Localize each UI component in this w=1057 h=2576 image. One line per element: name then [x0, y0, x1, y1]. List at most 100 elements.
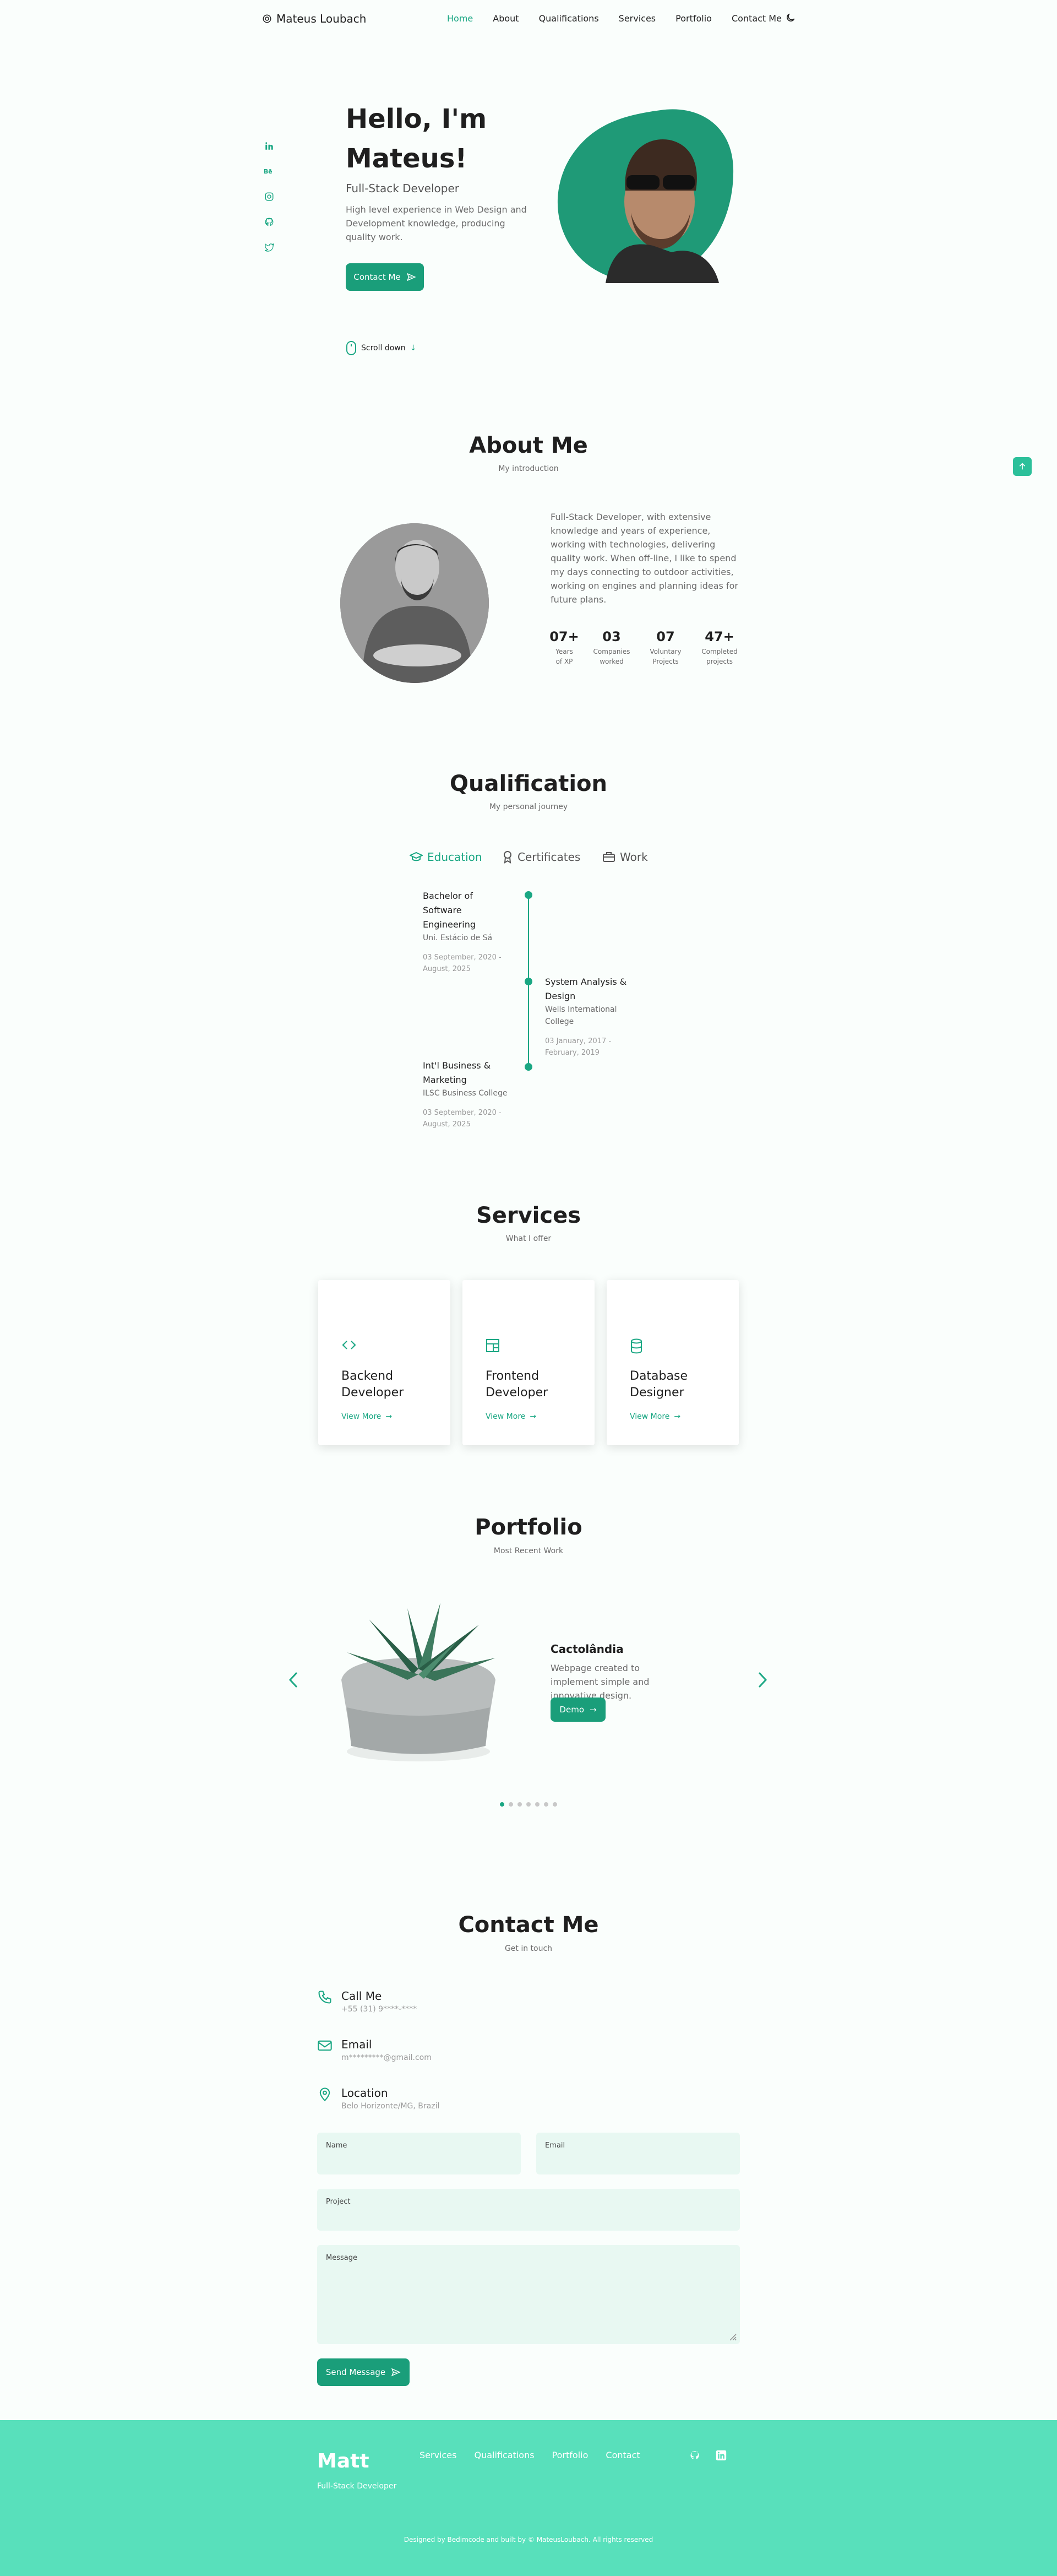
nav-links: Home About Qualifications Services Portf…: [447, 13, 782, 24]
github-icon[interactable]: [262, 215, 276, 229]
email-field[interactable]: Email: [536, 2133, 740, 2174]
hero-subtitle: Full-Stack Developer: [346, 182, 460, 195]
services-subtitle: What I offer: [505, 1234, 552, 1243]
tab-certificates[interactable]: Certificates: [502, 850, 580, 864]
carousel-dot[interactable]: [544, 1802, 548, 1807]
timeline-item-date: 03 September, 2020 - August, 2025: [423, 1109, 502, 1129]
carousel-next-button[interactable]: [754, 1669, 771, 1691]
contact-item-title: Call Me: [341, 1989, 382, 2003]
about-title: About Me: [469, 433, 588, 458]
contact-me-button[interactable]: Contact Me: [346, 263, 424, 291]
tab-work-label: Work: [620, 850, 648, 864]
nav-link-about[interactable]: About: [493, 13, 519, 24]
nav-link-services[interactable]: Services: [619, 13, 656, 24]
footer-link-services[interactable]: Services: [419, 2450, 456, 2460]
footer-linkedin-icon[interactable]: [716, 2450, 727, 2463]
carousel-dot[interactable]: [535, 1802, 540, 1807]
about-subtitle: My introduction: [498, 464, 559, 473]
mouse-icon: [346, 341, 356, 355]
linkedin-icon[interactable]: [262, 139, 276, 153]
behance-icon[interactable]: Bē: [262, 164, 276, 178]
chevron-left-icon: [288, 1672, 298, 1688]
contact-call: Call Me +55 (31) 9****-****: [317, 1989, 417, 2014]
footer-link-contact[interactable]: Contact: [606, 2450, 640, 2460]
service-title: Backend Developer: [341, 1369, 404, 1400]
footer-link-qualifications[interactable]: Qualifications: [474, 2450, 534, 2460]
contact-subtitle: Get in touch: [504, 1944, 553, 1953]
message-field[interactable]: Message: [317, 2245, 740, 2344]
tab-work[interactable]: Work: [602, 850, 648, 864]
stat-label: Completed projects: [701, 648, 738, 665]
code-icon: [341, 1338, 357, 1354]
project-field[interactable]: Project: [317, 2189, 740, 2231]
view-more-label: View More: [486, 1412, 526, 1421]
contact-item-value: +55 (31) 9****-****: [341, 2005, 417, 2014]
hero-title: Hello, I'm Mateus!: [346, 104, 487, 174]
twitter-icon[interactable]: [262, 240, 276, 254]
carousel-dot[interactable]: [553, 1802, 557, 1807]
footer-links: Services Qualifications Portfolio Contac…: [419, 2450, 640, 2460]
resize-handle-icon[interactable]: [729, 2333, 737, 2341]
hero-avatar-blob: [557, 109, 734, 283]
carousel-dot[interactable]: [526, 1802, 531, 1807]
send-message-button[interactable]: Send Message: [317, 2358, 410, 2386]
contact-location: Location Belo Horizonte/MG, Brazil: [317, 2086, 439, 2111]
navbar: Mateus Loubach Home About Qualifications…: [0, 0, 1057, 40]
arrow-right-icon: →: [530, 1412, 537, 1421]
demo-button[interactable]: Demo →: [551, 1698, 606, 1722]
arrow-down-icon: ↓: [410, 344, 417, 352]
nav-link-portfolio[interactable]: Portfolio: [675, 13, 712, 24]
service-card-backend: Backend Developer View More →: [318, 1280, 450, 1445]
name-field[interactable]: Name: [317, 2133, 521, 2174]
portfolio-subtitle: Most Recent Work: [493, 1547, 564, 1555]
view-more-label: View More: [630, 1412, 670, 1421]
arrow-right-icon: →: [674, 1412, 681, 1421]
hero-description: High level experience in Web Design and …: [346, 204, 527, 242]
view-more-label: View More: [341, 1412, 382, 1421]
nav-link-home[interactable]: Home: [447, 13, 473, 24]
footer-github-icon[interactable]: [689, 2450, 700, 2463]
view-more-link[interactable]: View More →: [486, 1412, 536, 1421]
graduation-cap-icon: [410, 852, 423, 861]
contact-item-value: m*********@gmail.com: [341, 2053, 432, 2062]
timeline-dot: [525, 891, 532, 899]
footer-link-portfolio[interactable]: Portfolio: [552, 2450, 589, 2460]
chevron-right-icon: [758, 1672, 767, 1688]
stat-completed: 47+ Completed projects: [695, 629, 744, 666]
layout-icon: [486, 1338, 500, 1355]
stat-label: Years of XP: [555, 648, 573, 665]
view-more-link[interactable]: View More →: [341, 1412, 392, 1421]
mail-icon: [318, 2040, 332, 2051]
carousel-dot[interactable]: [509, 1802, 513, 1807]
award-icon: [504, 851, 511, 864]
send-icon: [406, 273, 416, 281]
qualification-subtitle: My personal journey: [489, 802, 568, 811]
message-field-label: Message: [326, 2254, 357, 2262]
stat-label: Companies worked: [593, 648, 630, 665]
timeline-item-title: Int'l Business & Marketing: [423, 1060, 491, 1085]
view-more-link[interactable]: View More →: [630, 1412, 680, 1421]
contact-item-value: Belo Horizonte/MG, Brazil: [341, 2102, 440, 2111]
nav-link-qualifications[interactable]: Qualifications: [539, 13, 599, 24]
send-icon: [391, 2368, 401, 2377]
database-icon: [630, 1338, 643, 1356]
phone-icon: [318, 1991, 331, 2004]
instagram-icon[interactable]: [262, 189, 276, 204]
nav-link-contact[interactable]: Contact Me: [732, 13, 782, 24]
tab-education[interactable]: Education: [410, 850, 482, 864]
about-photo: [340, 523, 489, 683]
carousel-prev-button[interactable]: [285, 1669, 302, 1691]
timeline-dot: [525, 1063, 532, 1071]
carousel-dot-active[interactable]: [500, 1802, 504, 1807]
timeline-dot: [525, 978, 532, 985]
brand-logo[interactable]: Mateus Loubach: [262, 12, 366, 25]
timeline-item-title: System Analysis & Design: [545, 977, 627, 1001]
theme-toggle-moon-icon[interactable]: [785, 12, 796, 25]
arrow-right-icon: →: [590, 1705, 597, 1715]
contact-me-label: Contact Me: [353, 272, 401, 282]
scroll-down-link[interactable]: Scroll down ↓: [346, 340, 416, 356]
stat-years: 07+ Years of XP: [540, 629, 589, 666]
carousel-dot[interactable]: [517, 1802, 522, 1807]
services-title: Services: [476, 1203, 581, 1228]
timeline-item-school: ILSC Business College: [423, 1089, 508, 1098]
